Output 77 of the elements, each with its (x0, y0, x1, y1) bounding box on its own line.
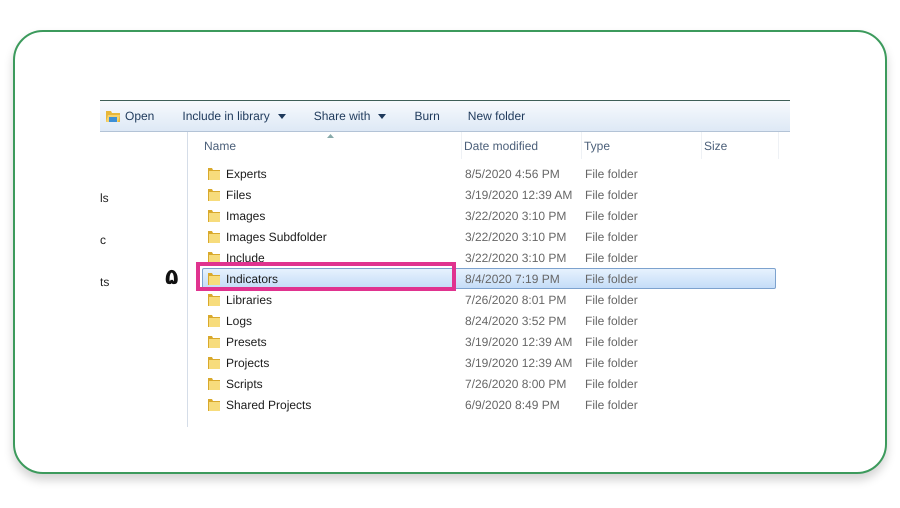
date-cell-text: 8/5/2020 4:56 PM (465, 166, 561, 180)
type-cell-text: File folder (585, 292, 639, 306)
file-name[interactable]: Scripts (226, 376, 263, 390)
type-cell-text: File folder (585, 250, 639, 264)
step-number: ۵ (165, 265, 178, 290)
type-cell-text: File folder (585, 230, 639, 244)
date-cell-text: 3/19/2020 12:39 AM (465, 334, 574, 348)
folder-icon (207, 334, 221, 349)
folder-icon (207, 271, 221, 286)
date-cell-text: 7/26/2020 8:01 PM (465, 292, 568, 306)
type-cell-text: File folder (585, 208, 639, 222)
file-name[interactable]: Shared Projects (226, 398, 312, 412)
dropdown-button[interactable]: Share with (300, 107, 400, 125)
date-cell-text: 3/22/2020 3:10 PM (465, 250, 568, 264)
file-row[interactable]: Scripts 7/26/2020 8:00 PM File folder (202, 373, 776, 394)
type-cell-text: File folder (585, 376, 639, 390)
type-cell-text: File folder (585, 272, 639, 286)
nav-item[interactable]: ts (100, 272, 110, 293)
folder-icon (207, 397, 221, 412)
sort-arrow-icon (327, 134, 334, 138)
date-cell-text: 3/19/2020 12:39 AM (465, 188, 574, 202)
toolbar-button[interactable]: New folder (454, 107, 540, 125)
type-cell-text: File folder (585, 334, 639, 348)
column-header[interactable]: Size (702, 132, 779, 159)
file-name[interactable]: Indicators (226, 272, 278, 286)
selected-row[interactable]: Indicators 8/4/2020 7:19 PM File folder (202, 268, 776, 289)
file-name[interactable]: Images Subdfolder (226, 230, 327, 244)
column-header[interactable]: Type (582, 132, 702, 159)
folder-icon (207, 250, 221, 265)
file-name[interactable]: Images (226, 208, 266, 222)
file-row[interactable]: Experts 8/5/2020 4:56 PM File folder (202, 163, 776, 184)
date-cell-text: 7/26/2020 8:00 PM (465, 376, 568, 390)
folder-icon (207, 208, 221, 223)
folder-icon (207, 292, 221, 307)
type-cell-text: File folder (585, 166, 639, 180)
file-row[interactable]: Projects 3/19/2020 12:39 AM File folder (202, 352, 776, 373)
file-name[interactable]: Logs (226, 314, 252, 328)
file-row[interactable]: Files 3/19/2020 12:39 AM File folder (202, 184, 776, 205)
file-row[interactable]: Presets 3/19/2020 12:39 AM File folder (202, 331, 776, 352)
caret-icon (378, 114, 386, 118)
file-name[interactable]: Experts (226, 166, 267, 180)
date-cell-text: 8/24/2020 3:52 PM (465, 314, 568, 328)
file-row[interactable]: Shared Projects 6/9/2020 8:49 PM File folder (202, 394, 776, 415)
column-header[interactable]: Date modified (462, 132, 582, 159)
file-row[interactable]: Include 3/22/2020 3:10 PM File folder (202, 247, 776, 268)
file-name[interactable]: Files (226, 188, 252, 202)
file-row[interactable]: Logs 8/24/2020 3:52 PM File folder (202, 310, 776, 331)
file-name[interactable]: Include (226, 250, 265, 264)
type-cell-text: File folder (585, 314, 639, 328)
date-cell-text: 3/19/2020 12:39 AM (465, 356, 574, 370)
caret-icon (278, 114, 286, 118)
toolbar-button[interactable]: Burn (400, 107, 454, 125)
type-cell-text: File folder (585, 188, 639, 202)
folder-icon (207, 355, 221, 370)
folder-icon (207, 187, 221, 202)
file-name[interactable]: Projects (226, 356, 270, 370)
open-button[interactable]: Open (100, 107, 168, 125)
file-row[interactable]: Libraries 7/26/2020 8:01 PM File folder (202, 289, 776, 310)
file-row[interactable]: Images 3/22/2020 3:10 PM File folder (202, 205, 776, 226)
folder-icon (207, 376, 221, 391)
file-name[interactable]: Presets (226, 334, 267, 348)
column-header[interactable]: Name (204, 132, 462, 159)
folder-icon (207, 166, 221, 181)
folder-icon (207, 229, 221, 244)
nav-item[interactable]: c (100, 230, 106, 251)
date-cell-text: 6/9/2020 8:49 PM (465, 398, 561, 412)
folder-icon (207, 313, 221, 328)
type-cell-text: File folder (585, 398, 639, 412)
file-name[interactable]: Libraries (226, 292, 272, 306)
type-cell-text: File folder (585, 356, 639, 370)
date-cell-text: 8/4/2020 7:19 PM (465, 272, 561, 286)
file-row[interactable]: Images Subdfolder 3/22/2020 3:10 PM File folder (202, 226, 776, 247)
open-folder-icon (105, 109, 121, 123)
dropdown-button[interactable]: Include in library (168, 107, 300, 125)
nav-item[interactable]: ls (100, 188, 109, 209)
date-cell-text: 3/22/2020 3:10 PM (465, 230, 568, 244)
date-cell-text: 3/22/2020 3:10 PM (465, 208, 568, 222)
